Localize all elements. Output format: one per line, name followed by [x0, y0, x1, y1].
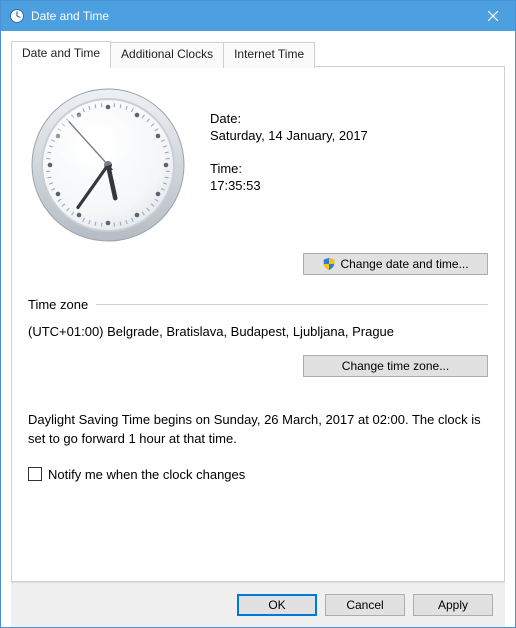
apply-button[interactable]: Apply — [413, 594, 493, 616]
change-date-time-label: Change date and time... — [340, 257, 468, 271]
close-icon — [488, 11, 498, 21]
datetime-text: Date: Saturday, 14 January, 2017 Time: 1… — [210, 85, 368, 211]
tab-strip: Date and Time Additional Clocks Internet… — [11, 41, 505, 67]
notify-row: Notify me when the clock changes — [28, 467, 488, 482]
ok-button[interactable]: OK — [237, 594, 317, 616]
dialog-footer: OK Cancel Apply — [11, 582, 505, 627]
tab-panel-date-and-time: Date: Saturday, 14 January, 2017 Time: 1… — [11, 66, 505, 582]
change-timezone-label: Change time zone... — [342, 359, 449, 373]
date-time-dialog: Date and Time Date and Time Additional C… — [0, 0, 516, 628]
date-value: Saturday, 14 January, 2017 — [210, 128, 368, 143]
window-title: Date and Time — [31, 9, 470, 23]
change-timezone-row: Change time zone... — [28, 355, 488, 377]
close-button[interactable] — [470, 1, 515, 31]
titlebar: Date and Time — [1, 1, 515, 31]
time-label: Time: — [210, 161, 368, 176]
timezone-section-header: Time zone — [28, 297, 488, 312]
divider — [96, 304, 488, 305]
dst-info-text: Daylight Saving Time begins on Sunday, 2… — [28, 411, 488, 449]
date-label: Date: — [210, 111, 368, 126]
analog-clock — [28, 85, 188, 245]
change-date-time-button[interactable]: Change date and time... — [303, 253, 488, 275]
uac-shield-icon — [322, 257, 336, 271]
tab-additional-clocks[interactable]: Additional Clocks — [110, 42, 224, 68]
change-timezone-button[interactable]: Change time zone... — [303, 355, 488, 377]
notify-label: Notify me when the clock changes — [48, 467, 245, 482]
timezone-section-label: Time zone — [28, 297, 88, 312]
client-area: Date and Time Additional Clocks Internet… — [1, 31, 515, 627]
time-value: 17:35:53 — [210, 178, 368, 193]
tab-internet-time[interactable]: Internet Time — [223, 42, 315, 68]
date-time-icon — [9, 8, 25, 24]
change-datetime-row: Change date and time... — [28, 253, 488, 275]
cancel-button[interactable]: Cancel — [325, 594, 405, 616]
notify-checkbox[interactable] — [28, 467, 42, 481]
timezone-value: (UTC+01:00) Belgrade, Bratislava, Budape… — [28, 324, 488, 339]
tab-date-and-time[interactable]: Date and Time — [11, 41, 111, 67]
datetime-row: Date: Saturday, 14 January, 2017 Time: 1… — [28, 85, 488, 245]
